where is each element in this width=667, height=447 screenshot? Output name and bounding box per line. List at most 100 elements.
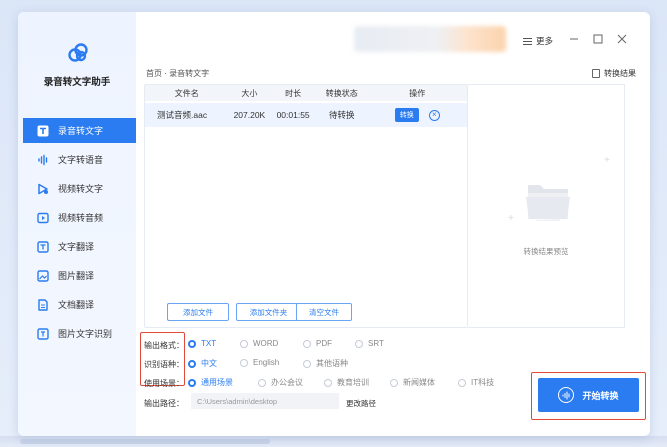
cell-filename: 测试音频.aac (157, 110, 208, 120)
breadcrumb: 首页 · 录音转文字 (146, 69, 210, 78)
translate-icon (37, 240, 49, 253)
format-option-word[interactable]: WORD (240, 339, 278, 348)
sidebar: 录音转文字助手 录音转文字 文字转语音 视频转文字 视频转音频 文字翻译 图片翻… (18, 12, 136, 436)
sidebar-item-label: 文字转语音 (58, 155, 104, 165)
radio-icon (240, 339, 248, 348)
option-label: 教育培训 (337, 378, 369, 387)
sidebar-item-image-translate[interactable]: 图片翻译 (23, 263, 136, 288)
result-preview-panel: + + 转换结果预览 (468, 84, 625, 328)
account-banner[interactable] (354, 26, 506, 52)
more-label: 更多 (536, 36, 554, 46)
header-status: 转换状态 (325, 88, 358, 98)
scene-option-news[interactable]: 新闻媒体 (390, 377, 435, 388)
scene-option-office[interactable]: 办公会议 (258, 377, 303, 388)
sidebar-item-label: 文档翻译 (58, 300, 95, 310)
format-option-pdf[interactable]: PDF (303, 339, 332, 348)
remove-file-icon[interactable]: × (428, 109, 440, 121)
document-icon (592, 69, 600, 78)
conversion-result-link[interactable]: 转换结果 (592, 68, 636, 79)
radio-icon (188, 359, 196, 368)
video-audio-icon (37, 212, 49, 224)
file-table-panel: 文件名 大小 时长 转换状态 操作 测试音频.aac 207.20K 00:01… (144, 84, 468, 328)
scene-option-general[interactable]: 通用场景 (188, 377, 233, 388)
cell-size: 207.20K (233, 110, 266, 120)
text-t-icon (37, 125, 49, 137)
radio-icon (324, 378, 332, 387)
header-filename: 文件名 (174, 88, 199, 98)
option-label: SRT (368, 339, 384, 348)
clear-files-button[interactable]: 清空文件 (296, 303, 352, 321)
radio-icon (390, 378, 398, 387)
option-label: IT科技 (471, 378, 495, 387)
preview-label: 转换结果预览 (523, 247, 569, 256)
cell-action: 转换 × (368, 103, 467, 127)
result-link-label: 转换结果 (604, 69, 636, 78)
change-path-link[interactable]: 更改路径 (346, 398, 376, 409)
sidebar-item-label: 文字翻译 (58, 242, 95, 252)
sidebar-item-video-to-audio[interactable]: 视频转音频 (23, 205, 136, 230)
sidebar-item-text-translate[interactable]: 文字翻译 (23, 234, 136, 259)
radio-icon (258, 378, 266, 387)
header-action: 操作 (409, 88, 426, 98)
sidebar-item-label: 图片文字识别 (58, 329, 113, 339)
output-path-label: 输出路径： (144, 399, 184, 408)
audio-convert-icon (558, 387, 575, 403)
start-convert-button[interactable]: 开始转换 (538, 378, 639, 412)
output-path-field[interactable] (191, 393, 339, 409)
option-label: TXT (201, 339, 217, 348)
radio-icon (188, 339, 196, 348)
app-window: 录音转文字助手 录音转文字 文字转语音 视频转文字 视频转音频 文字翻译 图片翻… (18, 12, 650, 436)
scene-option-it[interactable]: IT科技 (458, 377, 494, 388)
maximize-icon[interactable] (592, 33, 604, 45)
document-translate-icon (37, 298, 49, 311)
radio-icon (355, 339, 363, 348)
format-option-srt[interactable]: SRT (355, 339, 384, 348)
header-size: 大小 (241, 88, 258, 98)
format-option-txt[interactable]: TXT (188, 339, 216, 348)
video-play-icon (37, 183, 49, 195)
sidebar-nav: 录音转文字 文字转语音 视频转文字 视频转音频 文字翻译 图片翻译 文档翻译 图… (23, 118, 136, 350)
minimize-icon[interactable] (568, 33, 580, 45)
scene-option-education[interactable]: 教育培训 (324, 377, 369, 388)
language-label: 识别语种： (144, 360, 184, 369)
sidebar-item-image-ocr[interactable]: 图片文字识别 (23, 321, 136, 346)
sidebar-item-video-to-text[interactable]: 视频转文字 (23, 176, 136, 201)
sparkle-icon: + (604, 155, 610, 166)
radio-icon (188, 378, 196, 387)
language-option-english[interactable]: English (240, 358, 279, 367)
sidebar-item-text-to-speech[interactable]: 文字转语音 (23, 147, 136, 172)
radio-icon (458, 378, 466, 387)
option-label: 中文 (201, 359, 217, 368)
add-folder-button[interactable]: 添加文件夹 (236, 303, 301, 321)
start-convert-label: 开始转换 (582, 390, 619, 401)
option-label: 通用场景 (201, 378, 233, 387)
radio-icon (303, 359, 311, 368)
row-convert-button[interactable]: 转换 (394, 108, 419, 122)
sidebar-item-label: 视频转文字 (58, 184, 104, 194)
app-title: 录音转文字助手 (43, 77, 111, 88)
option-label: 新闻媒体 (403, 378, 435, 387)
empty-folder-icon (526, 185, 570, 221)
app-logo-icon (68, 43, 88, 62)
sidebar-item-label: 图片翻译 (58, 271, 95, 281)
sidebar-item-document-translate[interactable]: 文档翻译 (23, 292, 136, 317)
option-label: 其他语种 (316, 359, 348, 368)
close-icon[interactable] (616, 33, 628, 45)
scene-label: 使用场景： (144, 379, 184, 388)
radio-icon (303, 339, 311, 348)
more-button[interactable]: 更多 (523, 35, 553, 47)
language-option-other[interactable]: 其他语种 (303, 358, 348, 369)
language-option-chinese[interactable]: 中文 (188, 358, 217, 369)
sparkle-icon: + (508, 213, 514, 224)
sidebar-item-audio-to-text[interactable]: 录音转文字 (23, 118, 136, 143)
sidebar-item-label: 录音转文字 (58, 126, 104, 136)
cell-status: 待转换 (329, 110, 355, 120)
ocr-icon (37, 327, 49, 340)
option-label: English (253, 358, 280, 367)
add-file-button[interactable]: 添加文件 (167, 303, 229, 321)
audio-wave-icon (37, 154, 49, 166)
background-bar (20, 439, 270, 444)
menu-icon (523, 36, 532, 47)
option-label: PDF (316, 339, 332, 348)
table-row[interactable]: 测试音频.aac 207.20K 00:01:55 待转换 转换 × (145, 103, 467, 127)
